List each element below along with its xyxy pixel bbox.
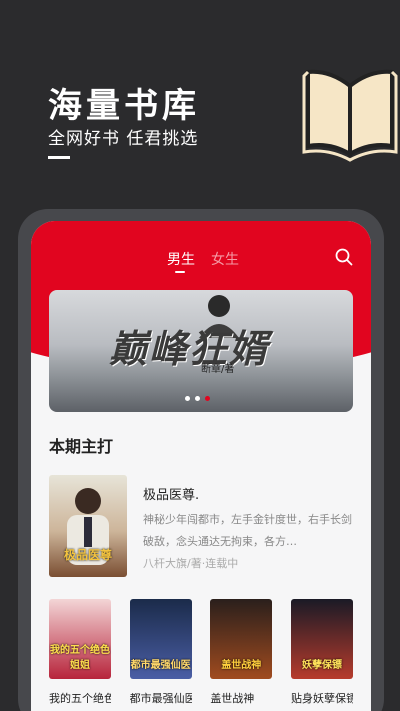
book-title[interactable]: 我的五个绝色姐姐 xyxy=(49,691,111,707)
book-item[interactable]: 我的五个绝色姐姐 我的五个绝色姐姐 xyxy=(49,599,111,707)
active-tab-indicator xyxy=(175,271,185,273)
open-book-icon xyxy=(302,69,398,162)
promo-subtitle: 全网好书 任君挑选 xyxy=(48,129,199,149)
carousel-dot[interactable] xyxy=(185,396,190,401)
featured-cover-title: 极品医尊 xyxy=(63,548,112,562)
book-title[interactable]: 盖世战神 xyxy=(210,691,272,707)
book-item[interactable]: 盖世战神 盖世战神 xyxy=(210,599,273,707)
featured-book-cover[interactable]: 极品医尊 xyxy=(49,475,127,577)
promo-title: 海量书库 xyxy=(48,86,200,126)
promo-divider xyxy=(48,156,70,159)
book-cover-title: 盖世战神 xyxy=(221,660,262,671)
carousel-dot[interactable] xyxy=(195,396,200,401)
banner-author: 断章/著 xyxy=(201,364,235,375)
book-title[interactable]: 都市最强仙医 xyxy=(130,691,192,707)
book-cover-title: 我的五个绝色姐姐 xyxy=(50,645,110,671)
featured-book-title[interactable]: 极品医尊. xyxy=(143,484,199,503)
section-title: 本期主打 xyxy=(49,437,114,456)
featured-book-description: 神秘少年闯都市，左手金针度世，右手长剑破敌，念头通达无拘束，各方… xyxy=(143,513,352,548)
app-screen: 男生 女生 巅峰狂婿 断章/著 本期主打 极品医尊 极品医尊. 神秘少年闯都市，… xyxy=(31,221,371,711)
book-cover[interactable]: 盖世战神 xyxy=(210,599,273,679)
book-cover-title: 妖孽保镖 xyxy=(301,660,342,671)
book-cover-title: 都市最强仙医 xyxy=(130,660,191,671)
book-item[interactable]: 妖孽保镖 贴身妖孽保镖 xyxy=(290,599,353,707)
featured-book-author: 八杆大旗/著·连载中 xyxy=(143,557,239,570)
book-cover[interactable]: 都市最强仙医 xyxy=(129,599,192,679)
book-cover[interactable]: 妖孽保镖 xyxy=(290,599,353,679)
book-title[interactable]: 贴身妖孽保镖 xyxy=(291,691,353,707)
search-icon[interactable] xyxy=(335,248,353,266)
book-item[interactable]: 都市最强仙医 都市最强仙医 xyxy=(129,599,192,707)
tab-female[interactable]: 女生 xyxy=(211,249,239,269)
banner-title: 巅峰狂婿 xyxy=(109,326,270,371)
book-grid: 我的五个绝色姐姐 我的五个绝色姐姐 都市最强仙医 都市最强仙医 盖世战神 盖世战… xyxy=(49,599,353,707)
tab-male[interactable]: 男生 xyxy=(167,249,195,269)
gender-tabs: 男生 女生 xyxy=(31,249,371,279)
featured-banner[interactable]: 巅峰狂婿 断章/著 xyxy=(49,290,353,412)
carousel-dots xyxy=(185,396,210,401)
carousel-dot-active[interactable] xyxy=(205,396,210,401)
book-cover[interactable]: 我的五个绝色姐姐 xyxy=(49,599,111,679)
